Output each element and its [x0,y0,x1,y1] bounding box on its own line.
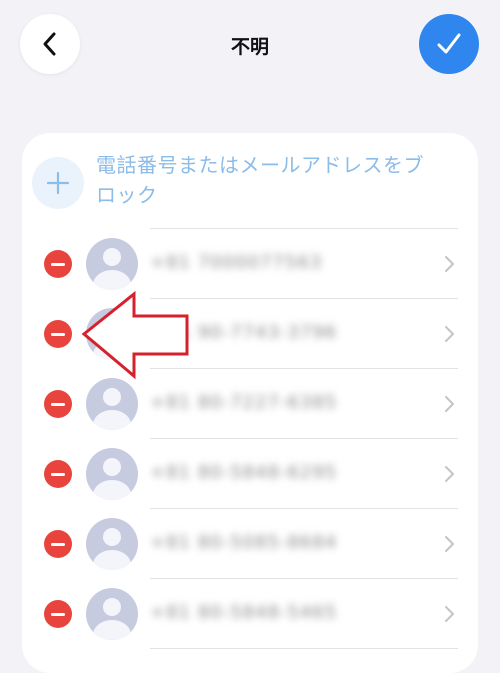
delete-button[interactable] [44,320,72,348]
contact-row[interactable]: +81 90-7743-3796 [0,299,500,369]
red-arrow-annotation [81,290,189,380]
contact-row[interactable]: +81 80-5848-5465 [0,579,500,649]
delete-button[interactable] [44,390,72,418]
chevron-right-icon [445,326,454,342]
delete-button[interactable] [44,530,72,558]
chevron-right-icon [445,536,454,552]
plus-icon [46,171,70,195]
avatar-head [103,458,121,476]
delete-button[interactable] [44,250,72,278]
contact-number: +81 80-5848-6295 [150,462,338,483]
chevron-right-icon [445,466,454,482]
contact-number: +81 80-5848-5465 [150,602,338,623]
contact-row[interactable]: +81 7000077563 [0,229,500,299]
add-block-label[interactable]: 電話番号またはメールアドレスをブロック [96,150,436,210]
minus-icon [51,612,65,616]
delete-button[interactable] [44,600,72,628]
contact-row[interactable]: +81 80-5848-6295 [0,439,500,509]
contact-number: +81 7000077563 [150,252,323,273]
checkmark-icon [437,33,461,54]
avatar-body [93,550,131,570]
avatar-head [103,528,121,546]
contact-number: +81 80-5085-8684 [150,532,338,553]
add-block-button[interactable] [32,157,84,209]
avatar-body [93,410,131,430]
avatar [86,378,138,430]
avatar-body [93,620,131,640]
avatar [86,238,138,290]
chevron-right-icon [445,606,454,622]
minus-icon [51,332,65,336]
avatar-head [103,388,121,406]
minus-icon [51,542,65,546]
avatar [86,448,138,500]
chevron-right-icon [445,256,454,272]
contact-row[interactable]: +81 80-5085-8684 [0,509,500,579]
contact-number: +81 80-7227-6385 [150,392,338,413]
done-button[interactable] [419,14,479,74]
avatar-body [93,270,131,290]
chevron-right-icon [445,396,454,412]
avatar-head [103,598,121,616]
minus-icon [51,472,65,476]
avatar-body [93,480,131,500]
delete-button[interactable] [44,460,72,488]
avatar-head [103,248,121,266]
avatar [86,588,138,640]
divider [150,648,458,649]
minus-icon [51,402,65,406]
minus-icon [51,262,65,266]
avatar [86,518,138,570]
contact-row[interactable]: +81 80-7227-6385 [0,369,500,439]
